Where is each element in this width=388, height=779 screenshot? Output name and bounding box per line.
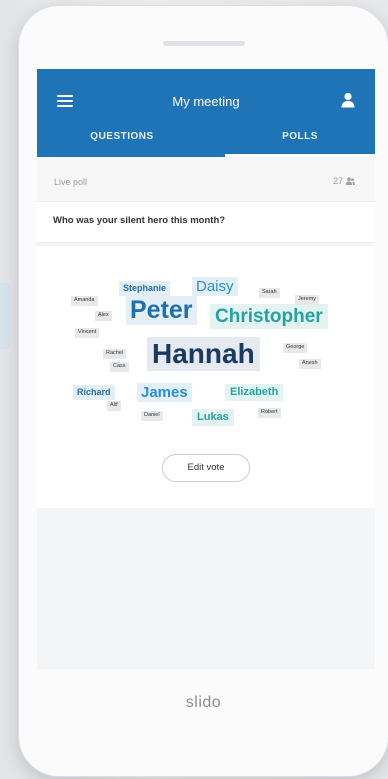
poll-status-label: Live poll — [54, 177, 88, 187]
cloud-word-robert: Robert — [258, 408, 281, 418]
poll-status-bar: Live poll 27 — [37, 157, 375, 202]
app-header: My meeting QUESTIONS POLLS — [37, 69, 375, 157]
cloud-word-cass: Cass — [110, 362, 129, 372]
cloud-word-peter: Peter — [126, 296, 197, 325]
cloud-word-richard: Richard — [73, 385, 115, 400]
cloud-word-stephanie: Stephanie — [119, 281, 171, 296]
phone-speaker — [163, 41, 245, 46]
cloud-word-jeremy: Jeremy — [295, 295, 320, 305]
cloud-word-alex: Alex — [95, 311, 112, 321]
meeting-title: My meeting — [172, 94, 240, 109]
cloud-word-george: George — [283, 343, 308, 353]
app-screen: My meeting QUESTIONS POLLS Live poll 27 … — [37, 69, 375, 669]
cloud-word-hannah: Hannah — [147, 337, 260, 371]
participant-count-value: 27 — [332, 176, 343, 186]
cloud-word-daniel: Daniel — [141, 411, 163, 421]
cloud-word-alif: Alif — [107, 401, 121, 411]
people-icon — [346, 177, 355, 185]
poll-question: Who was your silent hero this month? — [53, 215, 226, 226]
user-profile-icon[interactable] — [341, 92, 355, 108]
tab-questions[interactable]: QUESTIONS — [67, 131, 177, 157]
cloud-word-anesh: Anesh — [299, 359, 321, 369]
cloud-word-vincent: Vincent — [75, 328, 100, 338]
background-panel — [0, 283, 10, 349]
participant-count: 27 — [333, 176, 355, 186]
phone-frame: My meeting QUESTIONS POLLS Live poll 27 … — [19, 6, 388, 776]
cloud-word-christopher: Christopher — [210, 304, 328, 329]
slido-logo: slido — [185, 694, 222, 711]
cloud-word-rachel: Rachel — [103, 349, 127, 359]
cloud-word-elizabeth: Elizabeth — [225, 384, 284, 401]
cloud-word-daisy: Daisy — [192, 277, 238, 296]
cloud-word-amanda: Amanda — [71, 296, 98, 306]
cloud-word-james: James — [137, 383, 192, 402]
cloud-word-lukas: Lukas — [192, 409, 234, 426]
poll-question-card: Who was your silent hero this month? — [37, 202, 375, 243]
cloud-word-sarah: Sarah — [259, 288, 280, 298]
edit-vote-button[interactable]: Edit vote — [162, 454, 250, 482]
word-cloud-card: Stephanie Daisy Amanda Alex Peter Christ… — [37, 246, 375, 508]
